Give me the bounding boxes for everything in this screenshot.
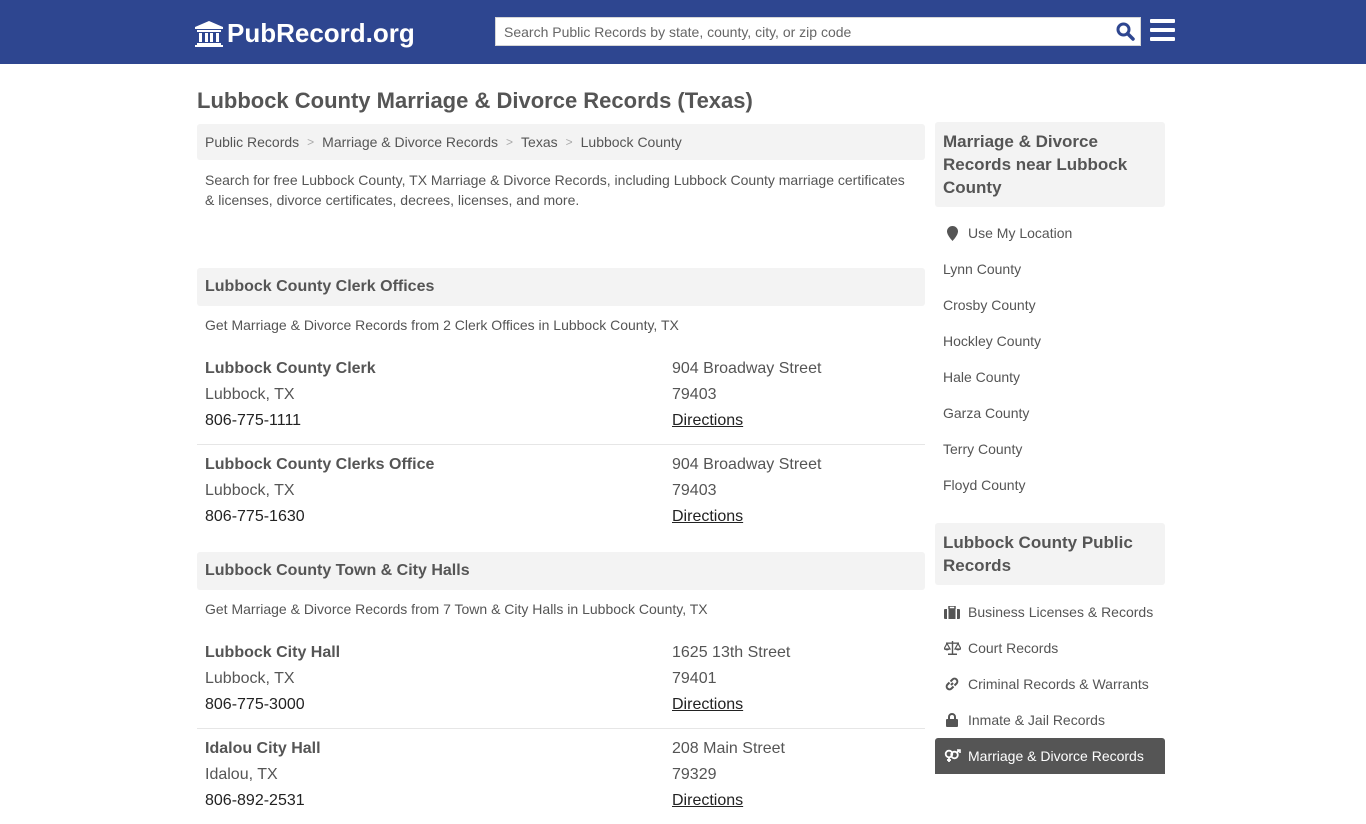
sidebar-item-terry-county[interactable]: Terry County: [935, 431, 1165, 467]
sidebar-item-hockley-county[interactable]: Hockley County: [935, 323, 1165, 359]
top-navbar: PubRecord.org: [0, 0, 1366, 64]
search-input[interactable]: [496, 18, 1110, 45]
office-street: 904 Broadway Street: [672, 456, 822, 473]
office-zip: 79403: [672, 482, 717, 499]
office-street: 904 Broadway Street: [672, 360, 822, 377]
office-name: Lubbock County Clerks Office: [205, 456, 435, 473]
item-label: Business Licenses & Records: [968, 604, 1154, 620]
sidebar-item-hale-county[interactable]: Hale County: [935, 359, 1165, 395]
hamburger-menu-icon: [1150, 19, 1175, 23]
breadcrumb: Public Records > Marriage & Divorce Reco…: [197, 124, 925, 160]
page-title: Lubbock County Marriage & Divorce Record…: [197, 88, 753, 113]
item-label: Court Records: [968, 640, 1059, 656]
section-heading-clerk-offices: Lubbock County Clerk Offices: [197, 268, 925, 306]
county-label: Garza County: [943, 405, 1030, 421]
office-zip: 79401: [672, 670, 717, 687]
section-heading-city-halls: Lubbock County Town & City Halls: [197, 552, 925, 590]
sidebar-public-records: Lubbock County Public Records Business L…: [935, 523, 1165, 774]
sidebar-item-inmate-records[interactable]: Inmate & Jail Records: [935, 702, 1165, 738]
office-listing: Lubbock County Clerk Lubbock, TX 806-775…: [197, 353, 925, 445]
sidebar-item-marriage-divorce[interactable]: Marriage & Divorce Records: [935, 738, 1165, 774]
scales-icon: [943, 641, 961, 655]
office-name: Idalou City Hall: [205, 740, 321, 757]
county-label: Hockley County: [943, 333, 1042, 349]
hamburger-menu-button[interactable]: [1150, 19, 1175, 43]
use-my-location-label: Use My Location: [968, 225, 1073, 241]
section-description: Get Marriage & Divorce Records from 7 To…: [205, 601, 708, 617]
link-icon: [943, 677, 961, 691]
office-name: Lubbock County Clerk: [205, 360, 376, 377]
sidebar-nearby: Marriage & Divorce Records near Lubbock …: [935, 122, 1165, 503]
breadcrumb-marriage-divorce[interactable]: Marriage & Divorce Records: [322, 134, 498, 150]
breadcrumb-separator: >: [307, 135, 315, 149]
main-content: Public Records > Marriage & Divorce Reco…: [197, 124, 925, 824]
directions-link[interactable]: Directions: [672, 412, 743, 429]
search-icon: [1116, 22, 1135, 41]
breadcrumb-texas[interactable]: Texas: [521, 134, 558, 150]
office-zip: 79403: [672, 386, 717, 403]
site-logo[interactable]: PubRecord.org: [195, 18, 415, 49]
county-label: Terry County: [943, 441, 1023, 457]
section-description: Get Marriage & Divorce Records from 2 Cl…: [205, 317, 679, 333]
office-listing: Lubbock County Clerks Office Lubbock, TX…: [197, 445, 925, 552]
office-phone[interactable]: 806-775-3000: [205, 692, 672, 718]
menu-bar: [1150, 37, 1175, 41]
sidebar-item-criminal-records[interactable]: Criminal Records & Warrants: [935, 666, 1165, 702]
office-street: 1625 13th Street: [672, 644, 791, 661]
office-name: Lubbock City Hall: [205, 644, 341, 661]
breadcrumb-separator: >: [565, 135, 573, 149]
county-label: Floyd County: [943, 477, 1026, 493]
courthouse-icon: [195, 20, 223, 47]
office-listing: Idalou City Hall Idalou, TX 806-892-2531…: [197, 729, 925, 824]
office-listing: Lubbock City Hall Lubbock, TX 806-775-30…: [197, 637, 925, 729]
use-my-location-button[interactable]: Use My Location: [935, 215, 1165, 251]
search-button[interactable]: [1110, 18, 1140, 45]
breadcrumb-lubbock-county[interactable]: Lubbock County: [581, 134, 682, 150]
directions-link[interactable]: Directions: [672, 792, 743, 809]
office-city: Lubbock, TX: [205, 482, 295, 499]
search-bar: [495, 17, 1141, 46]
county-label: Hale County: [943, 369, 1021, 385]
directions-link[interactable]: Directions: [672, 508, 743, 525]
item-label: Criminal Records & Warrants: [968, 676, 1149, 692]
sidebar-public-records-heading: Lubbock County Public Records: [935, 523, 1165, 585]
briefcase-icon: [943, 605, 961, 619]
office-city: Idalou, TX: [205, 766, 278, 783]
office-phone[interactable]: 806-892-2531: [205, 788, 672, 814]
breadcrumb-separator: >: [506, 135, 514, 149]
sidebar-item-floyd-county[interactable]: Floyd County: [935, 467, 1165, 503]
sidebar-nearby-heading: Marriage & Divorce Records near Lubbock …: [935, 122, 1165, 207]
office-street: 208 Main Street: [672, 740, 785, 757]
item-label: Inmate & Jail Records: [968, 712, 1105, 728]
logo-text: PubRecord.org: [227, 18, 415, 48]
venus-mars-icon: [943, 749, 961, 763]
breadcrumb-public-records[interactable]: Public Records: [205, 134, 299, 150]
office-zip: 79329: [672, 766, 717, 783]
sidebar-item-crosby-county[interactable]: Crosby County: [935, 287, 1165, 323]
directions-link[interactable]: Directions: [672, 696, 743, 713]
office-city: Lubbock, TX: [205, 670, 295, 687]
office-city: Lubbock, TX: [205, 386, 295, 403]
menu-bar: [1150, 28, 1175, 32]
item-label: Marriage & Divorce Records: [968, 748, 1144, 764]
sidebar-item-lynn-county[interactable]: Lynn County: [935, 251, 1165, 287]
sidebar-item-garza-county[interactable]: Garza County: [935, 395, 1165, 431]
county-label: Crosby County: [943, 297, 1036, 313]
county-label: Lynn County: [943, 261, 1022, 277]
sidebar-item-business-licenses[interactable]: Business Licenses & Records: [935, 594, 1165, 630]
office-phone[interactable]: 806-775-1630: [205, 504, 672, 530]
lock-icon: [943, 713, 961, 727]
map-marker-icon: [943, 225, 961, 241]
intro-text: Search for free Lubbock County, TX Marri…: [205, 172, 905, 208]
office-phone[interactable]: 806-775-1111: [205, 408, 672, 434]
sidebar-item-court-records[interactable]: Court Records: [935, 630, 1165, 666]
